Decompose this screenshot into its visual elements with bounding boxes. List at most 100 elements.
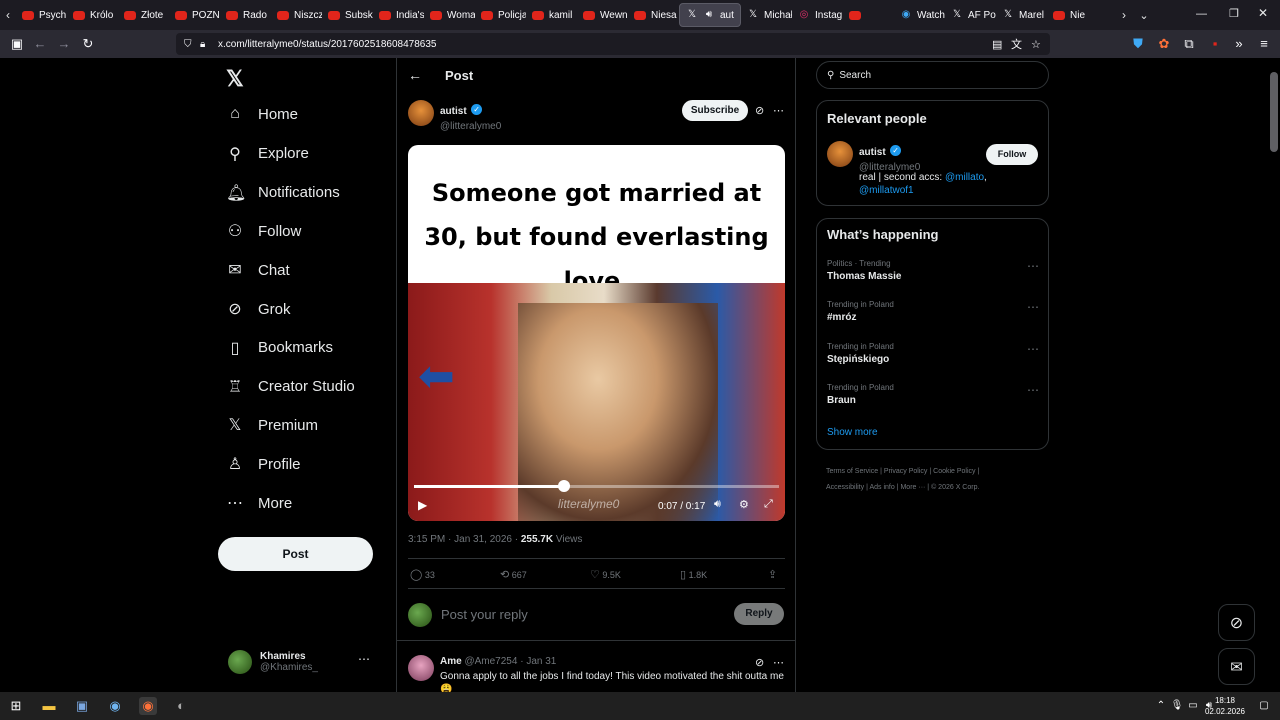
url-text[interactable]: x.com/litteralyme0/status/20176025186084… [218, 39, 436, 50]
tweet-timestamp[interactable]: 3:15 PM · Jan 31, 2026 · [408, 534, 521, 545]
comment-handle[interactable]: @Ame7254 [464, 656, 517, 667]
app-menu-icon[interactable]: ≡ [1256, 36, 1272, 51]
nav-item-profile[interactable]: ♙ Profile [226, 454, 301, 474]
share-icon[interactable]: ⇪ [768, 568, 777, 581]
browser-tab[interactable]: Subsk [322, 3, 373, 27]
browser-tab[interactable]: India's [373, 3, 424, 27]
app-icon[interactable]: ▣ [73, 697, 91, 715]
extension-fox-icon[interactable]: ✿ [1156, 36, 1172, 52]
browser-tab[interactable]: Królo [67, 3, 118, 27]
volume-icon[interactable]: 🔊︎ [714, 498, 721, 511]
trend-item[interactable]: Politics · Trending Thomas Massie ⋯ [827, 259, 1039, 282]
settings-gear-icon[interactable]: ⚙ [739, 498, 749, 511]
bookmark-action[interactable]: ▯ 1.8K [680, 568, 707, 581]
search-input[interactable]: ⚲ Search [816, 61, 1049, 89]
scrollbar-thumb[interactable] [1270, 72, 1278, 152]
nav-item-explore[interactable]: ⚲ Explore [226, 144, 309, 164]
nav-item-premium[interactable]: 𝕏 Premium [226, 415, 318, 435]
tab-scroll-left-icon[interactable]: ‹ [0, 8, 16, 22]
browser-tab[interactable]: Woma [424, 3, 475, 27]
footer-link[interactable]: Terms of Service [826, 468, 878, 475]
post-button[interactable]: Post [218, 537, 373, 571]
footer-link[interactable]: Cookie Policy [933, 468, 975, 475]
browser-tab[interactable]: Wewn [577, 3, 628, 27]
reply-action[interactable]: ◯ 33 [410, 568, 435, 581]
bio-link-millato[interactable]: @millato [945, 172, 984, 183]
list-all-tabs-icon[interactable]: ⌄ [1132, 9, 1156, 22]
nav-item-follow[interactable]: ⚇ Follow [226, 221, 302, 241]
nav-item-more[interactable]: ⋯ More [226, 493, 292, 513]
play-icon[interactable]: ▶ [418, 498, 427, 512]
comment-more-icon[interactable]: ⋯ [773, 656, 784, 669]
back-icon[interactable]: ← [32, 36, 48, 51]
tweet-more-icon[interactable]: ⋯ [773, 104, 784, 117]
browser-tab[interactable]: Policja [475, 3, 526, 27]
back-arrow-icon[interactable]: ← [408, 67, 422, 83]
comment-date[interactable]: · Jan 31 [520, 656, 556, 667]
grok-icon[interactable]: ⊘ [755, 104, 764, 117]
close-window-icon[interactable]: ✕ [1258, 6, 1268, 20]
tweet-media[interactable]: Someone got married at 30, but found eve… [408, 145, 785, 521]
bookmark-star-icon[interactable]: ☆ [1031, 38, 1041, 51]
browser-tab[interactable]: Niszcz [271, 3, 322, 27]
restore-icon[interactable]: ❐ [1229, 7, 1239, 20]
person-name[interactable]: autist [859, 147, 886, 158]
tab-audio-icon[interactable]: 🔊︎ [703, 9, 715, 21]
app-icon[interactable]: ◐ [172, 697, 190, 715]
extension-badge-icon[interactable]: ▪ [1207, 36, 1223, 51]
browser-tab[interactable]: Psych [16, 3, 67, 27]
comment-avatar[interactable] [408, 655, 434, 681]
nav-item-grok[interactable]: ⊘ Grok [226, 299, 290, 319]
footer-link[interactable]: More ··· [900, 484, 925, 491]
address-bar[interactable]: ⛉ 🔒︎ x.com/litteralyme0/status/201760251… [176, 33, 1050, 55]
reload-icon[interactable]: ↻ [80, 36, 96, 52]
nav-item-creator-studio[interactable]: ♖ Creator Studio [226, 377, 355, 397]
subscribe-button[interactable]: Subscribe [682, 100, 748, 121]
trend-more-icon[interactable]: ⋯ [1027, 342, 1039, 356]
tab-scroll-right-icon[interactable]: › [1116, 8, 1132, 22]
reply-input[interactable]: Post your reply [441, 607, 528, 622]
firefox-icon[interactable]: ◉ [139, 697, 157, 715]
windows-start-icon[interactable]: ⊞ [7, 697, 25, 715]
notifications-icon[interactable]: ▢ [1255, 697, 1273, 715]
file-explorer-icon[interactable]: ▬ [40, 697, 58, 715]
browser-tab[interactable]: Nie [1047, 3, 1098, 27]
nav-item-home[interactable]: ⌂ Home [226, 105, 298, 123]
browser-tab[interactable]: kamil [526, 3, 577, 27]
trend-item[interactable]: Trending in Poland Stępińskiego ⋯ [827, 342, 1039, 365]
author-avatar[interactable] [408, 100, 434, 126]
browser-tab[interactable]: 𝕏 Marel [996, 3, 1047, 27]
page-scrollbar[interactable] [1268, 58, 1280, 692]
shield-icon[interactable]: ⛉ [184, 39, 192, 50]
browser-tab[interactable]: Rado [220, 3, 271, 27]
nav-item-chat[interactable]: ✉ Chat [226, 260, 289, 280]
trend-more-icon[interactable]: ⋯ [1027, 259, 1039, 273]
steam-icon[interactable]: ◉ [106, 697, 124, 715]
footer-link[interactable]: Accessibility [826, 484, 864, 491]
trend-more-icon[interactable]: ⋯ [1027, 300, 1039, 314]
browser-tab[interactable]: 𝕏 Michał [741, 3, 792, 27]
forward-icon[interactable]: → [56, 36, 72, 51]
clock[interactable]: 18:18 02.02.2026 [1203, 695, 1247, 717]
browser-tab[interactable]: Złote [118, 3, 169, 27]
messages-fab[interactable]: ✉ [1218, 648, 1255, 685]
repost-action[interactable]: ⟲ 667 [500, 568, 527, 581]
video-progress-handle[interactable] [557, 480, 570, 492]
footer-link[interactable]: Ads info [869, 484, 894, 491]
trend-item[interactable]: Trending in Poland Braun ⋯ [827, 383, 1039, 406]
fullscreen-icon[interactable]: ⤢ [764, 498, 773, 511]
show-more-link[interactable]: Show more [827, 427, 878, 438]
more-icon[interactable]: ⋯ [358, 652, 370, 666]
follow-button[interactable]: Follow [986, 144, 1038, 165]
browser-tab[interactable]: Niesa [628, 3, 679, 27]
nav-item-bookmarks[interactable]: ▯ Bookmarks [226, 338, 333, 358]
x-logo-icon[interactable]: 𝕏 [226, 66, 244, 92]
video-frame[interactable]: ⬅ litteralyme0 ▶ 0:07 / 0:17 🔊︎ ⚙ ⤢ [408, 283, 785, 521]
trend-item[interactable]: Trending in Poland #mróz ⋯ [827, 300, 1039, 323]
footer-link[interactable]: © 2026 X Corp. [931, 484, 979, 491]
footer-link[interactable]: Privacy Policy [884, 468, 928, 475]
like-action[interactable]: ♡ 9.5K [590, 568, 621, 581]
trend-more-icon[interactable]: ⋯ [1027, 383, 1039, 397]
author-name[interactable]: autist [440, 106, 467, 117]
person-avatar[interactable] [827, 141, 853, 167]
